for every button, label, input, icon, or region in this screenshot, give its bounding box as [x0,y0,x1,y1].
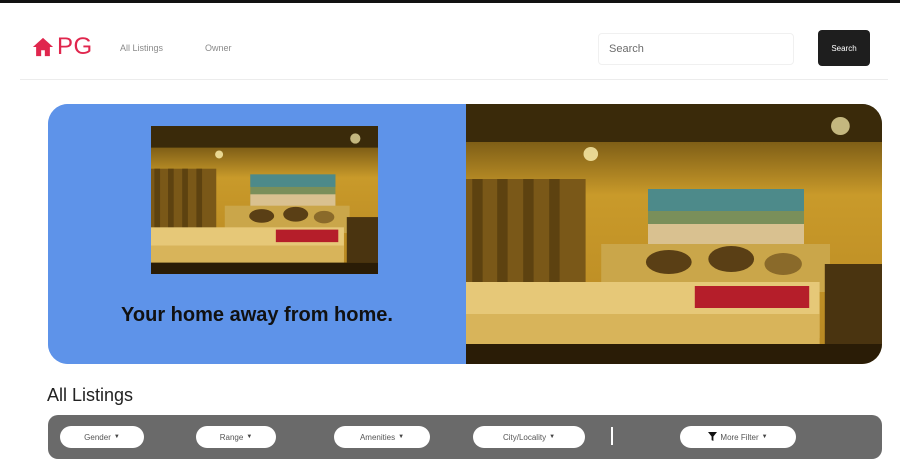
filter-label: More Filter [720,432,759,442]
hero-room-photo-large [466,104,882,364]
filter-label: City/Locality [502,432,547,442]
caret-down-icon: ▼ [549,434,556,440]
filter-label: Amenities [359,432,396,442]
nav-link-owner[interactable]: Owner [205,43,232,53]
home-icon [32,36,54,58]
filter-range[interactable]: Range ▼ [196,426,276,448]
filter-more[interactable]: More Filter ▼ [680,426,796,448]
navbar: PG All Listings Owner Search [20,16,888,80]
caret-down-icon: ▼ [113,434,120,440]
hero-banner: Your home away from home. [48,104,882,364]
filter-city-locality[interactable]: City/Locality ▼ [473,426,585,448]
filter-gender[interactable]: Gender ▼ [60,426,144,448]
hero-tagline: Your home away from home. [121,304,393,326]
filter-label: Gender [84,432,111,442]
filter-amenities[interactable]: Amenities ▼ [334,426,430,448]
brand-name: PG [57,33,93,60]
funnel-icon [708,431,718,443]
hero-room-photo-small [151,126,378,274]
window-top-border [0,0,900,3]
search-input[interactable] [598,33,794,65]
caret-down-icon: ▼ [246,434,253,440]
filter-bar: Gender ▼ Range ▼ Amenities ▼ City/Locali… [48,415,882,459]
hero-left-panel: Your home away from home. [48,104,466,364]
filter-divider [611,427,613,445]
brand-logo[interactable]: PG [32,34,93,60]
filter-label: Range [219,432,244,442]
search-button[interactable]: Search [818,30,870,66]
nav-link-all-listings[interactable]: All Listings [120,43,163,53]
caret-down-icon: ▼ [761,434,768,440]
caret-down-icon: ▼ [398,434,405,440]
listings-heading: All Listings [47,385,134,405]
